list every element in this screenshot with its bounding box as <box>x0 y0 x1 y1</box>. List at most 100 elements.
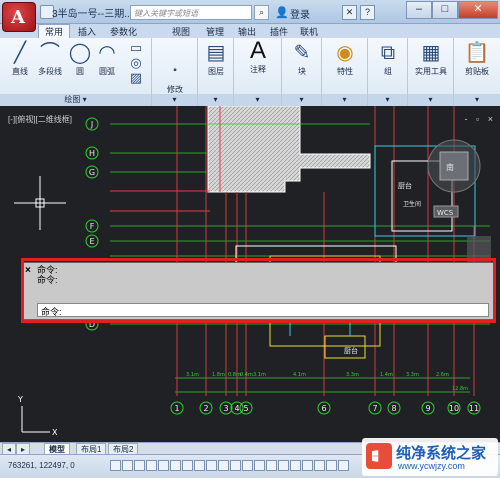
column-axis-label: 10 <box>449 404 459 413</box>
arc-tool[interactable]: ◠ 圆弧 <box>94 42 120 77</box>
room-label: 卫生间 <box>403 200 421 208</box>
clipboard-group: 📋 剪贴板 ▾ <box>454 38 500 106</box>
draw-extra-icons[interactable]: ▭ ◎ ▨ <box>124 40 148 85</box>
line-tool[interactable]: ╱ 直线 <box>6 42 34 77</box>
tab-home[interactable]: 常用 <box>38 24 71 38</box>
ribbon-tabs: 常用 插入 参数化 视图 管理 输出 插件 联机 <box>0 24 500 38</box>
svg-text:0.8m: 0.8m <box>228 372 241 378</box>
layer-button[interactable]: ▤ 图层 <box>200 42 232 77</box>
properties-button[interactable]: ◉ 特性 <box>328 42 362 77</box>
row-axis-label: E <box>89 237 94 246</box>
drawing-area[interactable]: 厨台 卫生间 厨台 3.1m 1.8m 0.8m 0.4m 3.1m 4.1m 3.3… <box>0 106 500 442</box>
close-button[interactable]: ✕ <box>458 1 498 19</box>
viewcube[interactable] <box>439 151 469 181</box>
coordinate-readout: 763261, 122497, 0 <box>8 461 75 470</box>
utilities-button[interactable]: ▦ 实用工具 <box>410 42 452 77</box>
group-group: ⧉ 组 ▾ <box>368 38 408 106</box>
application-menu-button[interactable]: A <box>2 2 36 32</box>
status-toggle-icon[interactable] <box>326 460 337 471</box>
row-axis-label: F <box>90 222 95 231</box>
status-toggle-icon[interactable] <box>218 460 229 471</box>
svg-text:3.1m: 3.1m <box>253 372 266 378</box>
annotation-button[interactable]: A 注释 <box>240 39 276 75</box>
block-button[interactable]: ✎ 块 <box>286 42 318 77</box>
svg-text:3.1m: 3.1m <box>186 372 199 378</box>
viewport-controls[interactable]: - ▫ × <box>465 114 496 124</box>
maximize-button[interactable]: □ <box>432 1 458 19</box>
column-axis-label: 2 <box>203 404 208 413</box>
column-axis-label: 8 <box>391 404 396 413</box>
tab-manage[interactable]: 管理 <box>206 25 224 38</box>
status-toggle-icon[interactable] <box>194 460 205 471</box>
row-axis-label: H <box>89 149 95 158</box>
circle-tool[interactable]: ◯ 圆 <box>68 42 92 77</box>
properties-group: ◉ 特性 ▾ <box>322 38 368 106</box>
tab-insert[interactable]: 插入 <box>78 25 96 38</box>
draw-group-footer[interactable]: 绘图 ▾ <box>0 94 151 106</box>
svg-text:0.4m: 0.4m <box>240 372 253 378</box>
layer-group: ▤ 图层 ▾ <box>198 38 234 106</box>
modify-group: ▪ 修改 ▾ <box>152 38 198 106</box>
command-input[interactable]: 命令: <box>37 303 489 317</box>
watermark: 纯净系统之家 www.ycwjzy.com <box>362 438 498 476</box>
status-toggle-icon[interactable] <box>146 460 157 471</box>
login-link[interactable]: 登录 <box>290 6 310 21</box>
row-axis-label: G <box>89 168 95 177</box>
title-bar: A 3半岛一号--三期... 键入关键字或短语 ⌕ 👤 登录 ✕ ? – □ ✕ <box>0 0 500 32</box>
block-group: ✎ 块 ▾ <box>282 38 322 106</box>
minimize-button[interactable]: – <box>406 1 432 19</box>
status-toggle-icon[interactable] <box>314 460 325 471</box>
windows-logo-icon <box>366 443 392 469</box>
status-toggle-icon[interactable] <box>206 460 217 471</box>
tab-parametric[interactable]: 参数化 <box>110 25 137 38</box>
status-toggle-icon[interactable] <box>242 460 253 471</box>
polyline-icon: ⌒ <box>40 42 60 64</box>
utilities-group: ▦ 实用工具 ▾ <box>408 38 454 106</box>
tab-plugins[interactable]: 插件 <box>270 25 288 38</box>
column-axis-label: 5 <box>243 404 248 413</box>
viewcube-compass: 南 <box>446 162 454 172</box>
column-axis-label: 3 <box>223 404 228 413</box>
status-toggle-icon[interactable] <box>338 460 349 471</box>
status-toggle-icon[interactable] <box>230 460 241 471</box>
svg-text:1.4m: 1.4m <box>380 372 393 378</box>
status-toggle-icon[interactable] <box>302 460 313 471</box>
status-toggle-icon[interactable] <box>134 460 145 471</box>
status-toggle-icon[interactable] <box>170 460 181 471</box>
search-input[interactable]: 键入关键字或短语 <box>130 5 252 20</box>
column-axis-label: 11 <box>469 404 479 413</box>
polyline-tool[interactable]: ⌒ 多段线 <box>34 42 66 77</box>
column-axis-label: 7 <box>372 404 377 413</box>
clipboard-button[interactable]: 📋 剪贴板 <box>458 42 496 77</box>
block-icon: ✎ <box>293 42 311 64</box>
help-icon[interactable]: ? <box>360 5 375 20</box>
column-axis-label: 1 <box>174 404 179 413</box>
status-toggle-icon[interactable] <box>110 460 121 471</box>
status-toggle-icon[interactable] <box>290 460 301 471</box>
command-window: × 命令: 命令: 命令: <box>22 262 494 320</box>
modify-button[interactable]: ▪ 修改 <box>156 60 194 95</box>
svg-text:Y: Y <box>17 395 23 404</box>
line-icon: ╱ <box>13 42 27 64</box>
tab-online[interactable]: 联机 <box>300 25 318 38</box>
status-toggle-icon[interactable] <box>266 460 277 471</box>
column-axis-label: 9 <box>425 404 430 413</box>
status-toggle-icon[interactable] <box>182 460 193 471</box>
status-toggle-icon[interactable] <box>158 460 169 471</box>
group-button[interactable]: ⧉ 组 <box>372 42 404 77</box>
status-toggle-icon[interactable] <box>254 460 265 471</box>
modify-icon: ▪ <box>173 65 177 76</box>
row-axis-label: J <box>90 120 93 129</box>
room-label: 厨台 <box>398 181 412 190</box>
status-toggle-icon[interactable] <box>122 460 133 471</box>
document-title: 3半岛一号--三期... <box>52 9 133 20</box>
viewport-label[interactable]: [-][俯视][二维线框] <box>8 114 72 125</box>
tab-view[interactable]: 视图 <box>172 25 190 38</box>
exchange-icon[interactable]: ✕ <box>342 5 357 20</box>
close-icon[interactable]: × <box>25 265 31 276</box>
layer-icon: ▤ <box>206 42 226 64</box>
group-icon: ⧉ <box>380 42 396 64</box>
status-toggle-icon[interactable] <box>278 460 289 471</box>
search-icon[interactable]: ⌕ <box>254 5 269 20</box>
wcs-label: WCS <box>437 209 454 217</box>
